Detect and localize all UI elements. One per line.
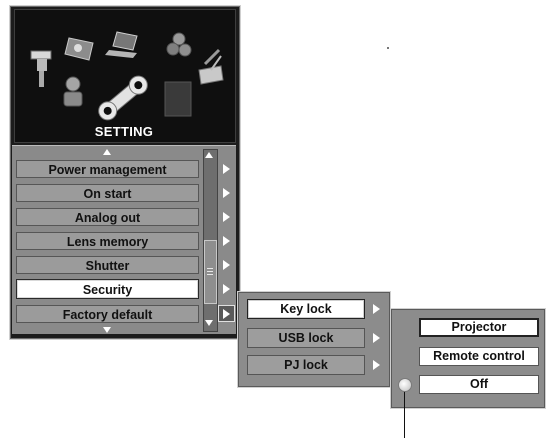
submenu-arrow-icon[interactable] [223, 284, 230, 294]
scrollbar-down-arrow-icon[interactable] [205, 320, 213, 326]
menu-item-on-start[interactable]: On start [16, 184, 199, 202]
wrench-icon [98, 75, 148, 121]
submenu-arrow-icon[interactable] [373, 304, 380, 314]
setting-icons-banner [14, 9, 236, 143]
option-remote-control[interactable]: Remote control [419, 347, 539, 366]
submenu-arrow-icon[interactable] [373, 360, 380, 370]
submenu-arrow-icon[interactable] [223, 260, 230, 270]
menu-item-lens-memory[interactable]: Lens memory [16, 232, 199, 250]
submenu-item-key-lock[interactable]: Key lock [247, 299, 365, 319]
selection-indicator-icon [398, 378, 412, 392]
stray-dot [387, 47, 389, 49]
scroll-down-indicator-icon[interactable] [103, 327, 111, 333]
menu-title: SETTING [94, 124, 154, 139]
submenu-arrow-icon[interactable] [223, 212, 230, 222]
submenu-item-pj-lock[interactable]: PJ lock [247, 355, 365, 375]
submenu-arrow-icon[interactable] [223, 164, 230, 174]
option-off[interactable]: Off [419, 375, 539, 394]
callout-line [404, 392, 405, 438]
menu-item-analog-out[interactable]: Analog out [16, 208, 199, 226]
scrollbar-thumb[interactable] [204, 240, 217, 304]
menu-item-factory-default[interactable]: Factory default [16, 305, 199, 323]
scroll-up-indicator-icon[interactable] [103, 149, 111, 155]
submenu-arrow-icon[interactable] [223, 309, 230, 319]
submenu-arrow-icon[interactable] [223, 236, 230, 246]
scrollbar-up-arrow-icon[interactable] [205, 152, 213, 158]
menu-item-power-management[interactable]: Power management [16, 160, 199, 178]
menu-item-security[interactable]: Security [16, 279, 199, 299]
menu-item-shutter[interactable]: Shutter [16, 256, 199, 274]
submenu-arrow-icon[interactable] [223, 188, 230, 198]
submenu-item-usb-lock[interactable]: USB lock [247, 328, 365, 348]
option-projector[interactable]: Projector [419, 318, 539, 337]
submenu-arrow-icon[interactable] [373, 333, 380, 343]
